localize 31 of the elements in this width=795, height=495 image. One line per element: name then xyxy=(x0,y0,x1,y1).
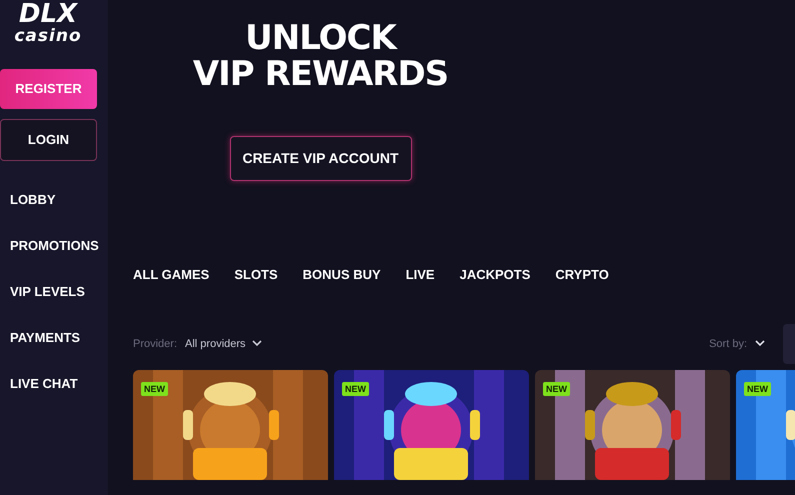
game-card[interactable]: NEW xyxy=(535,370,730,480)
game-card[interactable]: NEW xyxy=(133,370,328,480)
new-badge: NEW xyxy=(342,382,369,396)
category-tab[interactable]: LIVE xyxy=(406,266,435,284)
category-tab[interactable]: SLOTS xyxy=(234,266,278,284)
provider-select[interactable]: All providers xyxy=(185,338,262,350)
category-tab[interactable]: JACKPOTS xyxy=(460,266,530,284)
sort-label: Sort by: xyxy=(709,338,747,350)
chevron-down-icon xyxy=(755,340,765,348)
category-tab[interactable]: CRYPTO xyxy=(555,266,609,284)
hero-title: UNLOCK VIP REWARDS xyxy=(192,20,448,93)
game-card[interactable]: NEW xyxy=(334,370,529,480)
chevron-down-icon xyxy=(252,340,262,348)
logo-title: DLX xyxy=(18,1,78,27)
new-badge: NEW xyxy=(744,382,771,396)
nav-item[interactable]: PAYMENTS xyxy=(10,330,99,345)
nav-item[interactable]: LIVE CHAT xyxy=(10,376,99,391)
category-tab[interactable]: ALL GAMES xyxy=(133,266,210,284)
nav-item[interactable]: PROMOTIONS xyxy=(10,238,99,253)
login-button[interactable]: LOGIN xyxy=(0,118,97,161)
category-tab[interactable]: BONUS BUY xyxy=(302,266,381,284)
provider-label: Provider: xyxy=(133,338,178,350)
nav-item[interactable]: VIP LEVELS xyxy=(10,284,99,299)
sort-select[interactable] xyxy=(755,340,765,348)
new-badge: NEW xyxy=(543,382,570,396)
create-account-button[interactable]: CREATE VIP ACCOUNT xyxy=(230,136,412,181)
logo-subtitle: casino xyxy=(14,27,82,46)
game-card[interactable]: NEW xyxy=(736,370,795,480)
new-badge: NEW xyxy=(141,382,168,396)
nav-item[interactable]: LOBBY xyxy=(10,192,99,207)
register-button[interactable]: REGISTER xyxy=(0,68,97,109)
